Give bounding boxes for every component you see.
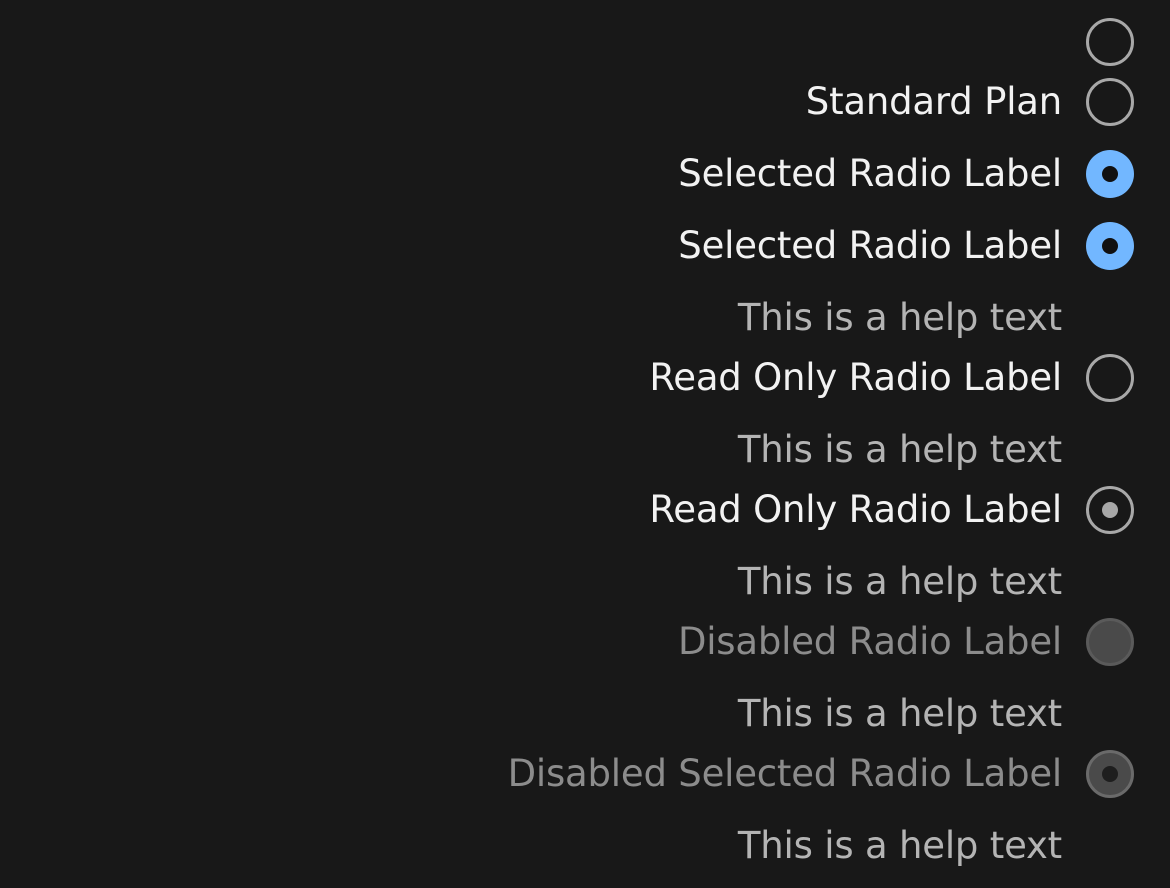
radio-label-disabled: Disabled Radio Label <box>677 620 1062 663</box>
radio-row-unlabeled[interactable] <box>1086 18 1134 66</box>
radio-readonly-selected <box>1086 486 1134 534</box>
radio-label-readonly: Read Only Radio Label <box>649 356 1062 399</box>
radio-row-selected-help[interactable]: Selected Radio Label <box>678 222 1134 270</box>
radio-dot-icon <box>1102 238 1118 254</box>
radio-disabled-selected <box>1086 750 1134 798</box>
radio-label-readonly-selected: Read Only Radio Label <box>649 488 1062 531</box>
radio-row-selected[interactable]: Selected Radio Label <box>678 150 1134 198</box>
help-text-disabled: This is a help text <box>737 692 1062 735</box>
radio-row-standard-plan[interactable]: Standard Plan <box>806 78 1134 126</box>
radio-label-selected-help: Selected Radio Label <box>678 224 1062 267</box>
help-text-disabled-selected: This is a help text <box>737 824 1062 867</box>
help-text-readonly: This is a help text <box>737 428 1062 471</box>
radio-dot-icon <box>1102 766 1118 782</box>
radio-dot-icon <box>1102 166 1118 182</box>
radio-row-disabled-selected: Disabled Selected Radio Label <box>508 750 1134 798</box>
radio-unlabeled[interactable] <box>1086 18 1134 66</box>
help-text-selected: This is a help text <box>737 296 1062 339</box>
radio-selected-help[interactable] <box>1086 222 1134 270</box>
radio-row-readonly: Read Only Radio Label <box>649 354 1134 402</box>
help-text-readonly-selected: This is a help text <box>737 560 1062 603</box>
radio-row-disabled: Disabled Radio Label <box>678 618 1134 666</box>
radio-dot-icon <box>1102 502 1118 518</box>
radio-disabled <box>1086 618 1134 666</box>
radio-row-readonly-selected: Read Only Radio Label <box>649 486 1134 534</box>
radio-selected[interactable] <box>1086 150 1134 198</box>
radio-standard-plan[interactable] <box>1086 78 1134 126</box>
radio-label-standard-plan: Standard Plan <box>805 80 1062 123</box>
radio-readonly <box>1086 354 1134 402</box>
radio-label-selected: Selected Radio Label <box>678 152 1062 195</box>
radio-label-disabled-selected: Disabled Selected Radio Label <box>507 752 1063 795</box>
